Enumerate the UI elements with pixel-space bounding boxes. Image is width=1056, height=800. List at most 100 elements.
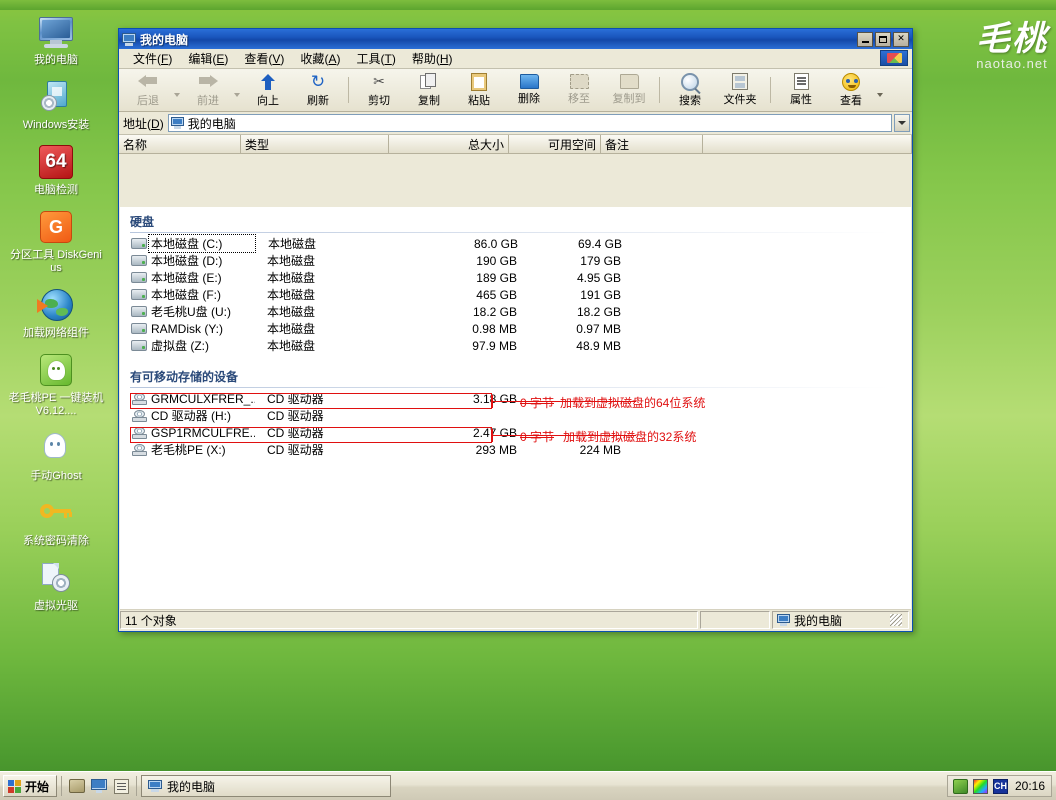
load-network-icon — [36, 285, 76, 325]
taskbar-item-my-computer[interactable]: 我的电脑 — [141, 775, 392, 797]
ime-ch-icon[interactable]: CH — [992, 778, 1008, 794]
forward-button[interactable]: 前进 — [183, 70, 233, 110]
desktop-icon-password-clear[interactable]: 系统密码清除 — [8, 493, 104, 548]
back-arrow-icon — [137, 73, 159, 91]
group-header-hard-disks: 硬盘 — [130, 213, 911, 233]
pc-detect-64-icon: 64 — [36, 142, 76, 182]
properties-button[interactable]: 属性 — [776, 70, 826, 110]
quicklaunch-monitor[interactable] — [88, 775, 110, 797]
menu-item-edit[interactable]: 编辑(E) — [180, 49, 236, 68]
forward-dropdown-icon[interactable] — [234, 93, 240, 97]
my-computer-icon — [36, 12, 76, 52]
watermark-en: naotao.net — [976, 56, 1048, 71]
folders-button[interactable]: 文件夹 — [715, 70, 765, 110]
table-row[interactable]: 本地磁盘 (D:) 本地磁盘 190 GB 179 GB — [120, 252, 911, 269]
desktop-icon-label: 虚拟光驱 — [34, 600, 78, 612]
monitor-icon — [91, 779, 108, 793]
table-row[interactable]: 虚拟盘 (Z:) 本地磁盘 97.9 MB 48.9 MB — [120, 337, 911, 354]
up-button[interactable]: 向上 — [243, 70, 293, 110]
maximize-button[interactable] — [875, 31, 891, 47]
move-to-icon — [569, 74, 589, 89]
virtual-cdrom-icon — [36, 558, 76, 598]
search-button[interactable]: 搜索 — [665, 70, 715, 110]
hard-disk-icon — [130, 306, 148, 317]
cut-scissors-icon: ✂ — [373, 73, 385, 89]
views-dropdown-icon[interactable] — [877, 93, 883, 97]
desktop-icon-load-network[interactable]: 加载网络组件 — [8, 285, 104, 340]
close-button[interactable]: ✕ — [893, 31, 909, 47]
quicklaunch-notepad[interactable] — [110, 775, 132, 797]
address-bar: 地址(D) 我的电脑 — [119, 112, 912, 135]
column-header-free[interactable]: 可用空间 — [509, 135, 601, 153]
my-computer-small-icon — [170, 117, 184, 129]
display-color-icon[interactable] — [972, 778, 988, 794]
window-title: 我的电脑 — [140, 32, 189, 47]
tray-clock[interactable]: 20:16 — [1015, 779, 1045, 793]
desktop-icon-virtual-cdrom[interactable]: 虚拟光驱 — [8, 558, 104, 613]
chevron-down-icon — [898, 121, 906, 125]
window-titlebar[interactable]: 我的电脑 ✕ — [119, 29, 912, 49]
back-button[interactable]: 后退 — [123, 70, 173, 110]
table-row[interactable]: GRMCULXFRER_... CD 驱动器 3.18 GB — [120, 390, 911, 407]
table-row[interactable]: RAMDisk (Y:) 本地磁盘 0.98 MB 0.97 MB — [120, 320, 911, 337]
diskgenius-icon: G — [36, 207, 76, 247]
address-dropdown-button[interactable] — [894, 114, 910, 132]
address-input[interactable]: 我的电脑 — [167, 114, 892, 132]
desktop-icon-windows-install[interactable]: Windows安装 — [8, 77, 104, 132]
table-row[interactable]: CD 驱动器 (H:) CD 驱动器 — [120, 407, 911, 424]
menu-item-help[interactable]: 帮助(H) — [404, 49, 461, 68]
table-row[interactable]: 本地磁盘 (F:) 本地磁盘 465 GB 191 GB — [120, 286, 911, 303]
desktop-icon-manual-ghost[interactable]: 手动Ghost — [8, 428, 104, 483]
desktop-icon-laomaotao-pe[interactable]: 老毛桃PE 一键装机 V6.12.... — [8, 350, 104, 418]
menu-item-tools[interactable]: 工具(T) — [348, 49, 403, 68]
start-flag-icon — [8, 779, 21, 793]
search-magnifier-icon — [681, 72, 699, 91]
column-header-note[interactable]: 备注 — [601, 135, 703, 153]
properties-icon — [793, 73, 809, 90]
copy-button[interactable]: 复制 — [404, 70, 454, 110]
cd-drive-icon — [130, 392, 148, 405]
desktop-icon-label: 分区工具 DiskGenius — [10, 249, 102, 274]
table-row[interactable]: 老毛桃U盘 (U:) 本地磁盘 18.2 GB 18.2 GB — [120, 303, 911, 320]
task-separator — [136, 776, 138, 796]
views-button[interactable]: 查看 — [826, 70, 876, 110]
group-header-removable-storage: 有可移动存储的设备 — [130, 368, 911, 388]
watermark-cn: 毛桃 — [976, 19, 1048, 59]
delete-folder-icon — [519, 74, 539, 89]
desktop-icon-pc-detect[interactable]: 64 电脑检测 — [8, 142, 104, 197]
table-row[interactable]: 本地磁盘 (C:) 本地磁盘 86.0 GB 69.4 GB — [120, 234, 911, 253]
column-header-name[interactable]: 名称 — [119, 135, 241, 153]
toolbar-separator — [659, 77, 660, 103]
toolbar: 后退 前进 向上 ↻ 刷新 ✂ 剪切 复制 粘贴 删除 移至 复制到 搜索 文件… — [119, 69, 912, 112]
menu-item-file[interactable]: 文件(F) — [125, 49, 180, 68]
file-list[interactable]: 硬盘 本地磁盘 (C:) 本地磁盘 86.0 GB 69.4 GB 本地磁盘 (… — [120, 207, 911, 609]
address-label: 地址(D) — [123, 116, 164, 131]
taskbar: 开始 我的电脑 CH 20:16 — [0, 771, 1056, 800]
paste-button[interactable]: 粘贴 — [454, 70, 504, 110]
desktop-icon-diskgenius[interactable]: G 分区工具 DiskGenius — [8, 207, 104, 275]
refresh-button[interactable]: ↻ 刷新 — [293, 70, 343, 110]
menu-item-view[interactable]: 查看(V) — [236, 49, 292, 68]
hard-disk-icon — [130, 238, 148, 249]
table-row[interactable]: 本地磁盘 (E:) 本地磁盘 189 GB 4.95 GB — [120, 269, 911, 286]
hard-disk-icon — [130, 340, 148, 351]
move-to-button[interactable]: 移至 — [554, 70, 604, 110]
menu-item-favorites[interactable]: 收藏(A) — [292, 49, 348, 68]
minimize-button[interactable] — [857, 31, 873, 47]
table-row[interactable]: GSP1RMCULFRE... CD 驱动器 2.47 GB — [120, 424, 911, 441]
table-row[interactable]: 老毛桃PE (X:) CD 驱动器 293 MB 224 MB — [120, 441, 911, 458]
start-button[interactable]: 开始 — [3, 775, 58, 797]
copy-to-icon — [619, 74, 639, 89]
folders-pane-icon — [732, 73, 748, 90]
cut-button[interactable]: ✂ 剪切 — [354, 70, 404, 110]
quicklaunch-show-desktop[interactable] — [66, 775, 88, 797]
desktop-icon-my-computer[interactable]: 我的电脑 — [8, 12, 104, 67]
back-dropdown-icon[interactable] — [174, 93, 180, 97]
copy-to-button[interactable]: 复制到 — [604, 70, 654, 110]
delete-button[interactable]: 删除 — [504, 70, 554, 110]
column-header-type[interactable]: 类型 — [241, 135, 389, 153]
resize-grip[interactable] — [890, 614, 902, 626]
column-header-size[interactable]: 总大小 — [389, 135, 509, 153]
safely-remove-icon[interactable] — [952, 778, 968, 794]
my-computer-small-icon — [148, 780, 163, 792]
